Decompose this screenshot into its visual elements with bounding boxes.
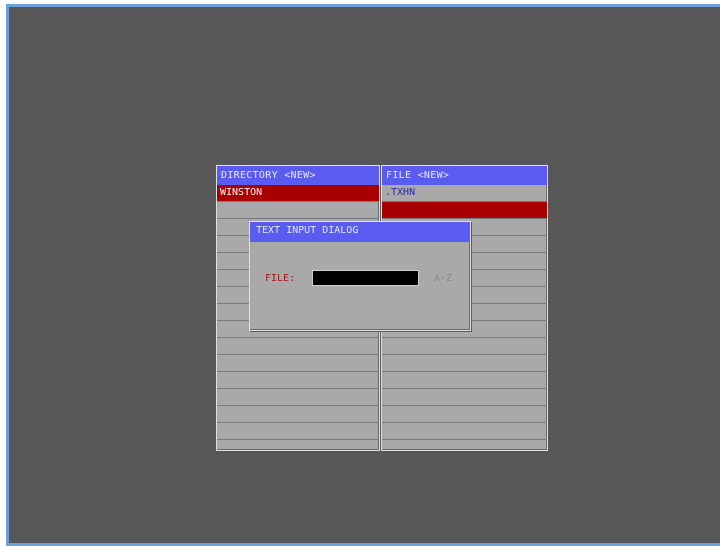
file-item[interactable]: [382, 202, 547, 219]
file-name-input[interactable]: [312, 270, 419, 286]
file-item[interactable]: [382, 423, 547, 440]
directory-header: DIRECTORY <NEW>: [217, 166, 379, 185]
text-input-dialog: TEXT INPUT DIALOG FILE: A-Z: [249, 221, 471, 331]
directory-item[interactable]: WINSTON: [217, 185, 379, 202]
directory-item[interactable]: [217, 389, 379, 406]
directory-item[interactable]: [217, 372, 379, 389]
directory-item[interactable]: [217, 202, 379, 219]
directory-item[interactable]: [217, 355, 379, 372]
file-item[interactable]: .TXHN: [382, 185, 547, 202]
file-item[interactable]: [382, 372, 547, 389]
directory-item[interactable]: [217, 406, 379, 423]
file-item[interactable]: [382, 389, 547, 406]
file-header: FILE <NEW>: [382, 166, 547, 185]
file-item[interactable]: [382, 406, 547, 423]
dialog-title: TEXT INPUT DIALOG: [250, 222, 470, 242]
directory-item[interactable]: [217, 338, 379, 355]
range-hint: A-Z: [434, 273, 453, 284]
file-item[interactable]: [382, 355, 547, 372]
file-item[interactable]: [382, 338, 547, 355]
directory-item[interactable]: [217, 423, 379, 440]
file-field-label: FILE:: [265, 273, 296, 284]
